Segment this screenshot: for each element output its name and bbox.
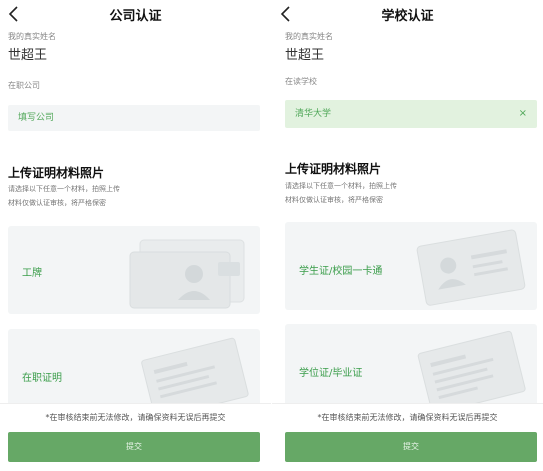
badge-illustration-icon	[129, 239, 245, 309]
upload-card-badge[interactable]: 工牌	[8, 226, 260, 314]
upload-section-title: 上传证明材料照片	[8, 166, 105, 180]
submit-footer: *在审核结束前无法修改，请确保资料无误后再提交 提交	[0, 403, 271, 471]
school-input[interactable]: 清华大学 ×	[285, 100, 537, 128]
school-value: 清华大学	[295, 109, 332, 119]
nav-bar: 公司认证	[0, 0, 271, 28]
name-value: 世超王	[8, 48, 48, 63]
nav-bar: 学校认证	[272, 0, 543, 28]
submit-notice: *在审核结束前无法修改，请确保资料无误后再提交	[45, 413, 226, 422]
upload-hint-line2: 材料仅做认证审核，将严格保密	[8, 199, 106, 207]
card-label: 学生证/校园一卡通	[299, 266, 383, 277]
clear-icon[interactable]: ×	[519, 100, 527, 128]
company-label: 在职公司	[8, 81, 40, 90]
card-label: 工牌	[22, 268, 42, 279]
submit-footer: *在审核结束前无法修改，请确保资料无误后再提交 提交	[272, 403, 543, 471]
upload-card-diploma[interactable]: 学位证/毕业证	[285, 324, 537, 408]
page-title: 学校认证	[381, 9, 434, 24]
company-verification-screen: 公司认证 我的真实姓名 世超王 在职公司 填写公司 上传证明材料照片 请选择以下…	[0, 0, 271, 471]
upload-hint-line1: 请选择以下任意一个材料，拍照上传	[8, 185, 120, 193]
upload-hint-line2: 材料仅做认证审核，将严格保密	[285, 196, 383, 204]
submit-notice: *在审核结束前无法修改，请确保资料无误后再提交	[317, 413, 498, 422]
upload-hint-line1: 请选择以下任意一个材料，拍照上传	[285, 182, 397, 190]
company-input[interactable]: 填写公司	[8, 105, 260, 131]
student-card-illustration-icon	[416, 229, 526, 306]
upload-card-employment-proof[interactable]: 在职证明	[8, 329, 260, 407]
card-label: 学位证/毕业证	[299, 368, 363, 379]
school-verification-screen: 学校认证 我的真实姓名 世超王 在读学校 清华大学 × 上传证明材料照片 请选择…	[272, 0, 543, 471]
name-label: 我的真实姓名	[8, 32, 56, 41]
name-label: 我的真实姓名	[285, 32, 333, 41]
card-label: 在职证明	[22, 373, 62, 384]
submit-button[interactable]: 提交	[8, 432, 260, 462]
diploma-illustration-icon	[417, 330, 526, 408]
upload-card-student-id[interactable]: 学生证/校园一卡通	[285, 222, 537, 310]
school-label: 在读学校	[285, 77, 317, 86]
page-title: 公司认证	[109, 9, 162, 24]
submit-button[interactable]: 提交	[285, 432, 537, 462]
document-illustration-icon	[141, 337, 249, 407]
name-value: 世超王	[285, 48, 325, 63]
upload-section-title: 上传证明材料照片	[285, 162, 382, 176]
